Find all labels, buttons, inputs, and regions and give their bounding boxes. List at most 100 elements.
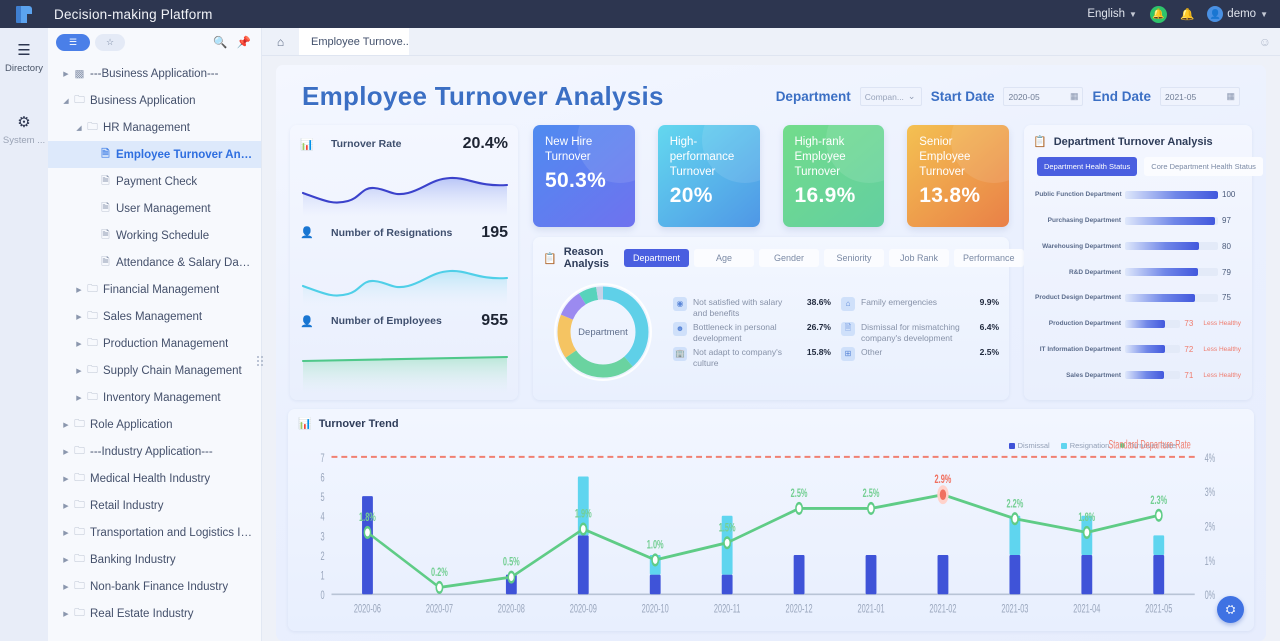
alert-fab-button[interactable]: ⛭ — [1217, 596, 1244, 623]
tree-item[interactable]: ▶ 🗀 Real Estate Industry — [48, 600, 261, 627]
data-point — [1154, 508, 1163, 522]
favorites-button[interactable]: ☆ — [95, 33, 125, 51]
rail-item-system[interactable]: ⚙ System ... — [0, 110, 48, 154]
x-axis-tick: 2020-09 — [570, 603, 597, 616]
chevron-right-icon[interactable]: ▶ — [73, 367, 85, 375]
home-tab[interactable]: ⌂ — [262, 28, 299, 55]
data-label: 2.5% — [791, 487, 808, 500]
data-label: 1.8% — [1078, 511, 1095, 524]
chevron-right-icon[interactable]: ▶ — [73, 340, 85, 348]
user-menu[interactable]: 👤 demo ▼ — [1207, 6, 1268, 22]
tree-item[interactable]: ▶ 🗀 ---Industry Application--- — [48, 438, 261, 465]
department-tab[interactable]: Core Department Health Status — [1144, 157, 1263, 176]
tree-item[interactable]: ▶ ▩ ---Business Application--- — [48, 60, 261, 87]
kpi-card[interactable]: High-performance Turnover 20% — [657, 125, 760, 227]
department-tab[interactable]: Department Health Status — [1037, 157, 1138, 176]
tab-strip: ⌂ Employee Turnove... ☺ — [262, 28, 1280, 56]
tree-item[interactable]: ▶ 🗀 Transportation and Logistics In... — [48, 519, 261, 546]
chevron-right-icon[interactable]: ▶ — [60, 610, 72, 618]
chevron-right-icon[interactable]: ▶ — [73, 394, 85, 402]
turnover-trend-panel: 📊 Turnover Trend Dismissal Resignation Tur… — [288, 409, 1254, 631]
tree-item-label: Real Estate Industry — [90, 607, 194, 620]
file-icon: 🗎 — [101, 147, 110, 160]
kpi-card[interactable]: Senior Employee Turnover 13.8% — [907, 125, 1009, 227]
tree-item[interactable]: ◢ 🗀 HR Management — [48, 114, 261, 141]
tree-item[interactable]: ▶ 🗀 Medical Health Industry — [48, 465, 261, 492]
chevron-right-icon[interactable]: ▶ — [60, 448, 72, 456]
tree-item[interactable]: 🗎 Attendance & Salary Dash... — [48, 249, 261, 276]
tree-item-label: Sales Management — [103, 310, 203, 323]
reason-percent: 38.6% — [806, 296, 831, 307]
reason-tab[interactable]: Age — [693, 249, 754, 267]
tree-item[interactable]: ▶ 🗀 Supply Chain Management — [48, 357, 261, 384]
data-label: 1.9% — [575, 508, 592, 521]
metric-value: 955 — [481, 312, 508, 329]
tree-item[interactable]: ▶ 🗀 Inventory Management — [48, 384, 261, 411]
reason-tab[interactable]: Gender — [758, 249, 819, 267]
reason-tab[interactable]: Seniority — [823, 249, 884, 267]
department-value: 80 — [1222, 241, 1231, 251]
panel-resize-handle[interactable] — [256, 353, 263, 369]
tree-item[interactable]: ◢ 🗀 Business Application — [48, 87, 261, 114]
chevron-down-icon[interactable]: ◢ — [60, 97, 72, 105]
chevron-right-icon[interactable]: ▶ — [60, 421, 72, 429]
tree-item[interactable]: 🗎 Employee Turnover Anal... — [48, 141, 261, 168]
tab-employee-turnover[interactable]: Employee Turnove... — [299, 28, 409, 55]
reason-label: Family emergencies — [861, 296, 938, 307]
chevron-right-icon[interactable]: ▶ — [60, 475, 72, 483]
metric-title: Number of Resignations — [331, 226, 453, 239]
language-label: English — [1087, 8, 1126, 20]
reason-analysis-tabs[interactable]: Department Age Gender Seniority Job Rank Perf… — [623, 249, 1024, 267]
chevron-right-icon[interactable]: ▶ — [60, 529, 72, 537]
tree-item[interactable]: ▶ 🗀 Banking Industry — [48, 546, 261, 573]
chevron-right-icon[interactable]: ▶ — [60, 583, 72, 591]
app-title: Decision-making Platform — [54, 6, 213, 22]
kpi-card[interactable]: New Hire Turnover 50.3% — [533, 125, 635, 227]
chevron-right-icon[interactable]: ▶ — [60, 556, 72, 564]
y-axis-left-tick: 5 — [321, 491, 325, 504]
bell-icon[interactable]: 🔔 — [1180, 7, 1194, 21]
y-axis-left-tick: 4 — [321, 511, 325, 524]
chevron-right-icon[interactable]: ▶ — [73, 313, 85, 321]
tree-item[interactable]: 🗎 Payment Check — [48, 168, 261, 195]
smiley-icon[interactable]: ☺ — [1259, 35, 1271, 49]
tree-item[interactable]: ▶ 🗀 Retail Industry — [48, 492, 261, 519]
search-icon[interactable]: 🔍 — [213, 35, 227, 49]
reason-tab[interactable]: Department — [623, 249, 689, 267]
reason-tab[interactable]: Performance — [953, 249, 1024, 267]
tree-item[interactable]: ▶ 🗀 Production Management — [48, 330, 261, 357]
folder-icon: 🗀 — [74, 552, 85, 565]
start-date-input[interactable]: 2020-05 ▦ — [1003, 87, 1084, 106]
department-select[interactable]: Compan... ⌄ — [859, 87, 922, 106]
department-row: IT Information Department 72 Less Healthy — [1035, 341, 1241, 357]
tree-item[interactable]: 🗎 User Management — [48, 195, 261, 222]
data-point — [507, 570, 516, 584]
department-turnover-panel: 📋 Department Turnover Analysis Departmen… — [1024, 125, 1263, 400]
green-bell-icon[interactable]: 🔔 — [1149, 5, 1167, 23]
metric-title: Turnover Rate — [331, 138, 402, 150]
chevron-right-icon[interactable]: ▶ — [60, 502, 72, 510]
calendar-icon: ▦ — [1069, 91, 1079, 101]
tree-list[interactable]: ▶ ▩ ---Business Application--- ◢ 🗀 Business A… — [48, 56, 261, 641]
tree-item[interactable]: 🗎 Working Schedule — [48, 222, 261, 249]
end-date-input[interactable]: 2021-05 ▦ — [1160, 87, 1240, 106]
file-icon: 🗎 — [101, 174, 110, 187]
chevron-right-icon[interactable]: ▶ — [73, 286, 85, 294]
department-filter-label: Department — [775, 89, 851, 104]
department-name: Purchasing Department — [1047, 217, 1121, 225]
tree-item-label: Employee Turnover Anal... — [116, 148, 255, 161]
app-logo[interactable] — [0, 0, 48, 28]
reason-tab[interactable]: Job Rank — [888, 249, 949, 267]
tree-item[interactable]: ▶ 🗀 Financial Management — [48, 276, 261, 303]
tree-item[interactable]: ▶ 🗀 Role Application — [48, 411, 261, 438]
pin-icon[interactable]: 📌 — [237, 35, 251, 49]
language-selector[interactable]: English ▼ — [1087, 8, 1137, 20]
chevron-down-icon[interactable]: ◢ — [73, 124, 85, 132]
department-panel-tabs[interactable]: Department Health Status Core Department … — [1033, 157, 1263, 176]
rail-item-directory[interactable]: ☰ Directory — [0, 38, 48, 82]
chevron-right-icon[interactable]: ▶ — [60, 70, 72, 78]
tree-item[interactable]: ▶ 🗀 Sales Management — [48, 303, 261, 330]
kpi-card[interactable]: High-rank Employee Turnover 16.9% — [782, 125, 885, 227]
tree-item[interactable]: ▶ 🗀 Non-bank Finance Industry — [48, 573, 261, 600]
list-view-button[interactable]: ☰ — [56, 33, 90, 51]
